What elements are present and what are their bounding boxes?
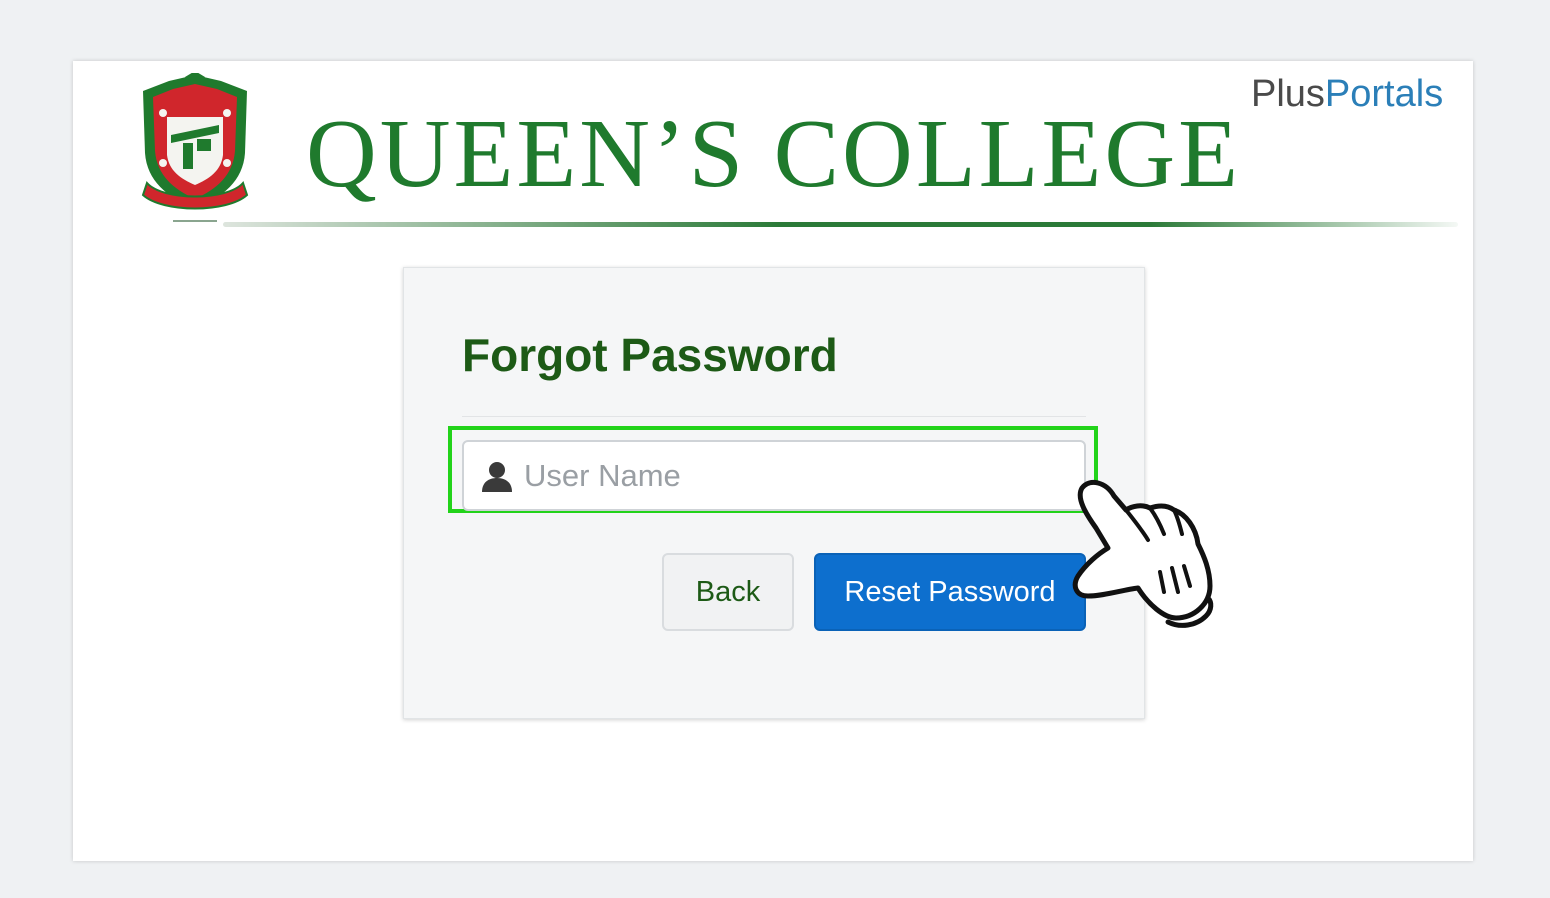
- school-crest-icon: [141, 73, 249, 222]
- username-input[interactable]: [524, 442, 1064, 509]
- form-title: Forgot Password: [462, 329, 838, 381]
- title-divider: [462, 416, 1086, 417]
- back-button[interactable]: Back: [662, 553, 794, 631]
- hand-pointer-icon: [1072, 479, 1214, 628]
- college-name: QUEEN’S COLLEGE: [306, 100, 1242, 208]
- user-icon: [482, 462, 512, 492]
- forgot-password-panel: Forgot Password Back Reset Password: [403, 267, 1145, 719]
- brand-plus-text: Plus: [1251, 73, 1325, 115]
- username-field[interactable]: [462, 440, 1086, 511]
- reset-password-button[interactable]: Reset Password: [814, 553, 1086, 631]
- brand-portals-text: Portals: [1324, 73, 1444, 115]
- portal-page: QUEEN’S COLLEGE PlusPortals Forgot Passw…: [73, 61, 1473, 861]
- header-divider: [223, 222, 1458, 227]
- plusportals-logo: PlusPortals: [1251, 75, 1443, 113]
